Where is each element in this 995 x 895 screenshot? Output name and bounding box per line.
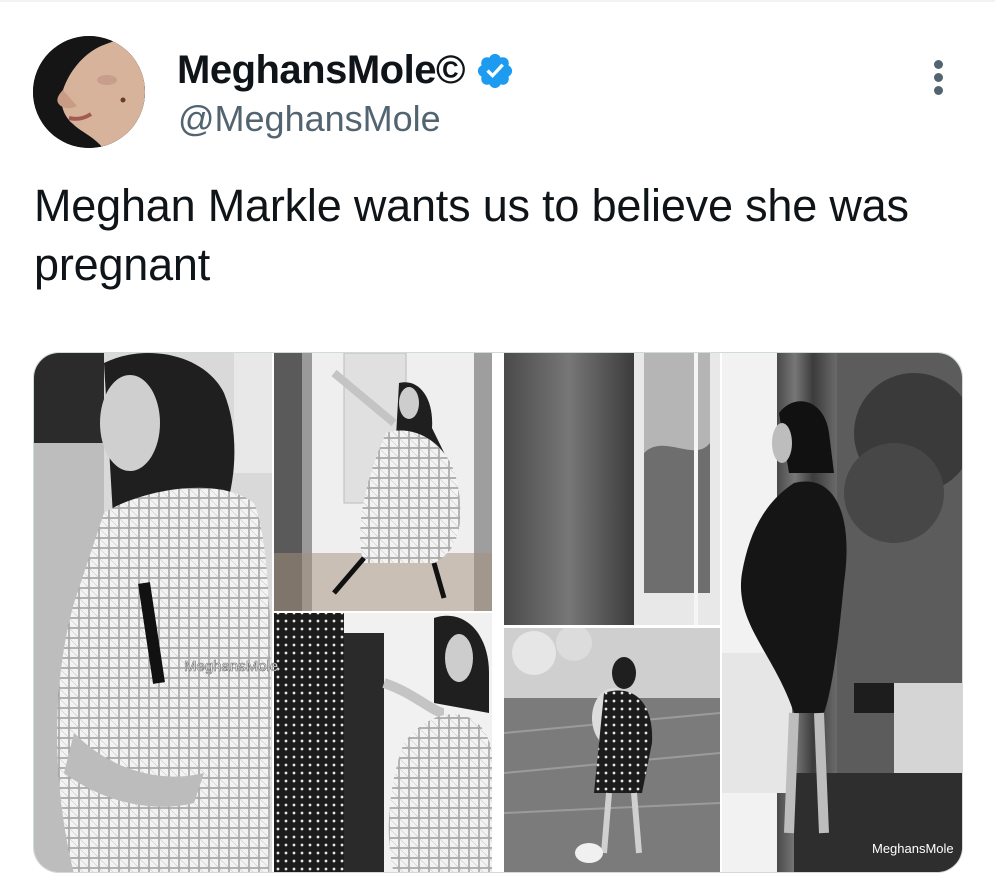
tweet-text: Meghan Markle wants us to believe she wa…	[34, 180, 909, 290]
tweet-media[interactable]: MeghansMole MeghansMole	[33, 352, 963, 873]
photo-4	[504, 353, 720, 625]
watermark-corner: MeghansMole	[872, 841, 954, 856]
author-name-row: MeghansMole©	[177, 48, 515, 93]
photo-6	[722, 353, 962, 872]
top-divider	[0, 0, 995, 2]
photo-2	[274, 353, 492, 611]
user-handle[interactable]: @MeghansMole	[178, 98, 441, 140]
avatar-image	[33, 36, 145, 148]
photo-1	[34, 353, 272, 872]
avatar[interactable]	[33, 36, 145, 148]
display-name[interactable]: MeghansMole©	[177, 48, 465, 93]
watermark-center: MeghansMole	[184, 658, 278, 675]
photo-collage: MeghansMole MeghansMole	[34, 353, 962, 872]
photo-3	[274, 613, 492, 872]
photo-5	[503, 625, 721, 872]
more-options-icon[interactable]	[926, 60, 950, 104]
verified-badge-icon	[477, 53, 513, 88]
